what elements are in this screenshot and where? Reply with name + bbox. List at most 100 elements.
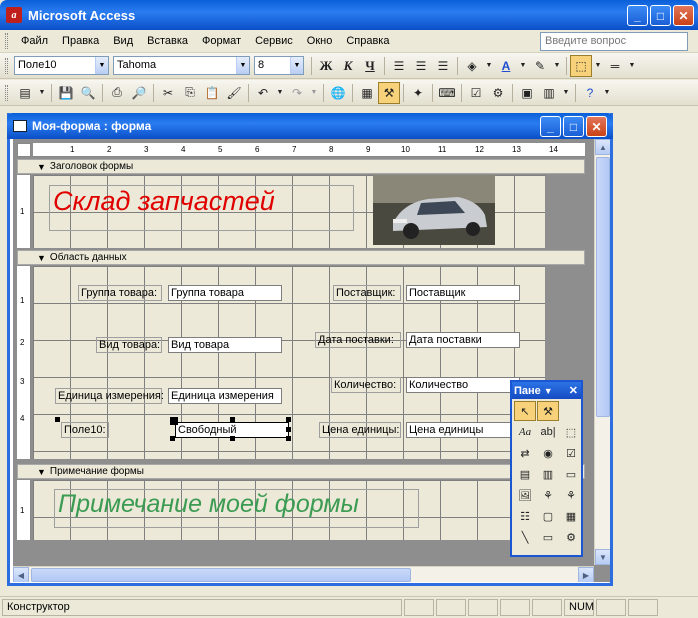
field-quantity[interactable]: Количество [406, 377, 520, 393]
chevron-down-icon[interactable]: ▼ [483, 55, 495, 77]
align-center-icon[interactable]: ☰ [410, 55, 432, 77]
scroll-down-button[interactable]: ▼ [595, 549, 610, 565]
copy-icon[interactable]: ⎘ [179, 82, 201, 104]
option-button-tool[interactable]: ◉ [537, 443, 559, 463]
close-button[interactable]: ✕ [586, 116, 607, 137]
chevron-down-icon[interactable]: ▼ [308, 82, 320, 104]
field-unit-price[interactable]: Цена единицы [406, 422, 520, 438]
database-window-icon[interactable]: ▣ [516, 82, 538, 104]
font-size-select[interactable]: 8 ▼ [254, 56, 304, 75]
bold-button[interactable]: Ж [315, 55, 337, 77]
close-icon[interactable]: ✕ [569, 384, 578, 397]
toolbox-titlebar[interactable]: Пане ▼ ✕ [512, 382, 581, 399]
help-icon[interactable]: ? [579, 82, 601, 104]
rectangle-tool[interactable]: ▭ [537, 527, 559, 547]
label-product-type[interactable]: Вид товара: [96, 337, 162, 353]
align-left-icon[interactable]: ☰ [388, 55, 410, 77]
form-icon[interactable] [13, 120, 27, 132]
underline-button[interactable]: Ч [359, 55, 381, 77]
chevron-down-icon[interactable]: ▼ [517, 55, 529, 77]
resize-handle[interactable] [230, 436, 235, 441]
align-right-icon[interactable]: ☰ [432, 55, 454, 77]
autoformat-icon[interactable]: ✦ [407, 82, 429, 104]
line-tool[interactable]: ╲ [514, 527, 536, 547]
form-header-grid[interactable]: Склад запчастей [33, 175, 545, 248]
field-list-icon[interactable]: ▦ [356, 82, 378, 104]
menu-insert[interactable]: Вставка [140, 35, 195, 47]
access-app-icon[interactable]: a [6, 7, 22, 23]
new-object-icon[interactable]: ▥ [538, 82, 560, 104]
image-tool[interactable]: 🖼 [514, 485, 536, 505]
menu-help[interactable]: Справка [339, 35, 396, 47]
header-title-label[interactable]: Склад запчастей [49, 185, 354, 231]
font-select[interactable]: Tahoma ▼ [113, 56, 250, 75]
horizontal-ruler[interactable]: 1 2 3 4 5 6 7 8 9 10 11 12 13 14 [33, 143, 585, 157]
close-button[interactable]: ✕ [673, 5, 694, 26]
paste-icon[interactable]: 📋 [201, 82, 223, 104]
scroll-thumb[interactable] [31, 568, 411, 582]
menu-tools[interactable]: Сервис [248, 35, 300, 47]
chevron-down-icon[interactable]: ▼ [592, 55, 604, 77]
label-product-group[interactable]: Группа товара: [78, 285, 162, 301]
hyperlink-icon[interactable]: 🌐 [327, 82, 349, 104]
cut-icon[interactable]: ✂ [157, 82, 179, 104]
build-icon[interactable]: ⚙ [487, 82, 509, 104]
chevron-down-icon[interactable]: ▼ [560, 82, 572, 104]
footer-note-label[interactable]: Примечание моей формы [54, 489, 419, 528]
toolbar-grip[interactable] [5, 84, 8, 101]
label-field10[interactable]: Поле10: [61, 422, 109, 438]
menu-format[interactable]: Формат [195, 35, 248, 47]
field-unit[interactable]: Единица измерения [168, 388, 282, 404]
list-box-tool[interactable]: ▥ [537, 464, 559, 484]
italic-button[interactable]: К [337, 55, 359, 77]
format-painter-icon[interactable]: 🖌 [223, 82, 245, 104]
chevron-down-icon[interactable]: ▼ [551, 55, 563, 77]
undo-icon[interactable]: ↶ [252, 82, 274, 104]
field-delivery-date[interactable]: Дата поставки [406, 332, 520, 348]
textbox-tool[interactable]: ab| [537, 422, 559, 442]
resize-handle[interactable] [170, 436, 175, 441]
object-select[interactable]: Поле10 ▼ [14, 56, 109, 75]
toolbox-palette[interactable]: Пане ▼ ✕ ↖ ⚒ Aa ab| ⬚ ⇄ ◉ ☑ ▤ ▥ ▭ 🖼 ⚘ ⚘ … [510, 380, 583, 557]
section-header-bar[interactable]: ▼ Заголовок формы [17, 159, 585, 174]
vertical-ruler[interactable]: 1 [17, 175, 31, 248]
command-button-tool[interactable]: ▭ [560, 464, 582, 484]
move-handle[interactable] [55, 417, 60, 422]
section-footer-bar[interactable]: ▼ Примечание формы [17, 464, 585, 479]
more-controls-tool[interactable]: ⚙ [560, 527, 582, 547]
label-quantity[interactable]: Количество: [331, 377, 401, 393]
field-supplier[interactable]: Поставщик [406, 285, 520, 301]
label-unit[interactable]: Единица измерения: [55, 388, 164, 404]
car-image[interactable] [373, 175, 495, 245]
bound-object-tool[interactable]: ⚘ [560, 485, 582, 505]
toolbar-grip[interactable] [5, 57, 8, 74]
label-supplier[interactable]: Поставщик: [333, 285, 401, 301]
label-delivery-date[interactable]: Дата поставки: [315, 332, 401, 348]
chevron-down-icon[interactable]: ▼ [544, 386, 553, 396]
page-break-tool[interactable]: ☷ [514, 506, 536, 526]
control-wizards-tool[interactable]: ⚒ [537, 401, 559, 421]
combo-box-tool[interactable]: ▤ [514, 464, 536, 484]
unbound-object-tool[interactable]: ⚘ [537, 485, 559, 505]
menu-edit[interactable]: Правка [55, 35, 106, 47]
label-unit-price[interactable]: Цена единицы: [319, 422, 401, 438]
font-color-icon[interactable]: A [495, 55, 517, 77]
menu-window[interactable]: Окно [300, 35, 340, 47]
tab-control-tool[interactable]: ▢ [537, 506, 559, 526]
vertical-scrollbar[interactable]: ▲ ▼ [594, 139, 610, 565]
resize-handle[interactable] [286, 427, 291, 432]
view-icon[interactable]: ▤ [14, 82, 36, 104]
print-icon[interactable]: ⎙ [106, 82, 128, 104]
form-selector[interactable] [17, 143, 31, 157]
code-icon[interactable]: ⌨ [436, 82, 458, 104]
scroll-left-button[interactable]: ◀ [13, 567, 29, 582]
chevron-down-icon[interactable]: ▼ [36, 82, 48, 104]
move-handle[interactable] [170, 417, 178, 425]
print-preview-icon[interactable]: 🔎 [128, 82, 150, 104]
section-detail-bar[interactable]: ▼ Область данных [17, 250, 585, 265]
vertical-ruler[interactable]: 1 2 3 4 [17, 266, 31, 459]
toggle-button-tool[interactable]: ⇄ [514, 443, 536, 463]
field-product-type[interactable]: Вид товара [168, 337, 282, 353]
resize-handle[interactable] [230, 417, 235, 422]
chevron-down-icon[interactable]: ▼ [236, 57, 249, 74]
